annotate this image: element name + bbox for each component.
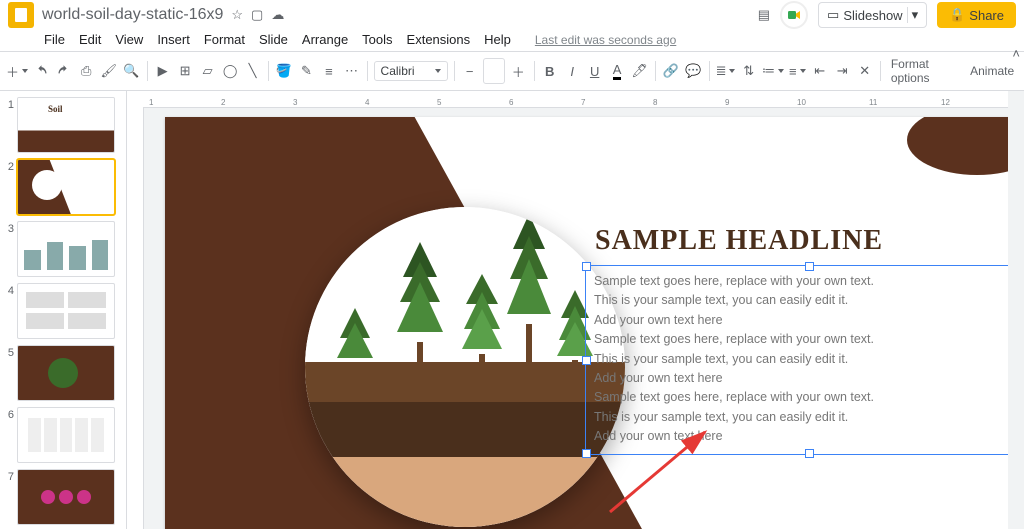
format-options-button[interactable]: Format options	[887, 57, 962, 85]
menu-insert[interactable]: Insert	[157, 32, 190, 47]
text-line: Sample text goes here, replace with your…	[594, 272, 1008, 291]
font-size-dec[interactable]: −	[460, 59, 479, 83]
move-icon[interactable]: ▢	[251, 7, 263, 23]
shape-tool[interactable]: ◯	[221, 59, 240, 83]
menu-help[interactable]: Help	[484, 32, 511, 47]
tree-icon	[395, 242, 445, 402]
text-line: This is your sample text, you can easily…	[594, 408, 1008, 427]
resize-handle[interactable]	[582, 262, 591, 271]
meet-icon[interactable]	[780, 1, 808, 29]
slide-thumb-2[interactable]	[17, 159, 115, 215]
slide-thumb-5[interactable]	[17, 345, 115, 401]
font-size-input[interactable]	[483, 58, 505, 84]
highlight-button[interactable]: 🖊	[630, 59, 649, 83]
menu-format[interactable]: Format	[204, 32, 245, 47]
present-icon: ▭	[827, 7, 839, 23]
tree-icon	[505, 214, 553, 402]
zoom-button[interactable]: 🔍	[122, 59, 141, 83]
lock-icon: 🔒	[949, 7, 965, 23]
indent-inc-button[interactable]: ⇥	[833, 59, 852, 83]
slide-thumb-6[interactable]	[17, 407, 115, 463]
menu-tools[interactable]: Tools	[362, 32, 392, 47]
menu-slide[interactable]: Slide	[259, 32, 288, 47]
resize-handle[interactable]	[582, 449, 591, 458]
line-spacing-button[interactable]: ⇅	[739, 59, 758, 83]
tree-icon	[335, 308, 375, 402]
menu-extensions[interactable]: Extensions	[407, 32, 471, 47]
insert-comment-button[interactable]: 💬	[684, 59, 703, 83]
undo-button[interactable]	[32, 59, 51, 83]
border-color-button[interactable]: ✎	[297, 59, 316, 83]
print-button[interactable]: ⎙	[77, 59, 96, 83]
dropdown-caret-icon[interactable]: ▾	[907, 7, 919, 23]
slide-thumb-1[interactable]: Soil	[17, 97, 115, 153]
comments-icon[interactable]: ▤	[758, 7, 770, 23]
slide-thumb-3[interactable]	[17, 221, 115, 277]
line-tool[interactable]: ╲	[243, 59, 262, 83]
slide-canvas[interactable]: SAMPLE HEADLINE Sample text goes here, r…	[165, 117, 1008, 529]
star-icon[interactable]: ☆	[231, 7, 243, 23]
menu-file[interactable]: File	[44, 32, 65, 47]
illustration-circle	[305, 207, 625, 527]
text-line: Add your own text here	[594, 311, 1008, 330]
resize-handle[interactable]	[805, 262, 814, 271]
image-tool[interactable]: ▱	[198, 59, 217, 83]
document-title[interactable]: world-soil-day-static-16x9	[42, 6, 223, 24]
title-action-icons: ☆ ▢ ☁	[231, 7, 284, 23]
paint-format-button[interactable]: 🖌	[100, 59, 119, 83]
text-line: Sample text goes here, replace with your…	[594, 330, 1008, 349]
underline-button[interactable]: U	[585, 59, 604, 83]
header-area: world-soil-day-static-16x9 ☆ ▢ ☁ ▤ ▭ Sli…	[0, 0, 1024, 52]
animate-button[interactable]: Animate	[966, 64, 1018, 78]
text-line: Sample text goes here, replace with your…	[594, 388, 1008, 407]
insert-link-button[interactable]: 🔗	[662, 59, 681, 83]
menu-edit[interactable]: Edit	[79, 32, 101, 47]
slides-app-icon[interactable]	[8, 2, 34, 28]
horizontal-ruler: 12345678910111213	[127, 91, 1008, 108]
menu-arrange[interactable]: Arrange	[302, 32, 348, 47]
indent-dec-button[interactable]: ⇤	[810, 59, 829, 83]
font-family-select[interactable]: Calibri	[374, 61, 448, 81]
text-line: This is your sample text, you can easily…	[594, 350, 1008, 369]
text-line: Add your own text here	[594, 369, 1008, 388]
last-edit-link[interactable]: Last edit was seconds ago	[535, 33, 676, 47]
share-button[interactable]: 🔒 Share	[937, 2, 1016, 28]
resize-handle[interactable]	[805, 449, 814, 458]
select-tool[interactable]: ▶	[153, 59, 172, 83]
slide-thumb-7[interactable]	[17, 469, 115, 525]
list-bullet-button[interactable]: ≔	[762, 59, 784, 83]
right-rail	[1008, 91, 1024, 529]
title-row: world-soil-day-static-16x9 ☆ ▢ ☁ ▤ ▭ Sli…	[0, 0, 1024, 30]
expand-toolbar-icon[interactable]: ˄	[1012, 52, 1020, 61]
slideshow-button[interactable]: ▭ Slideshow ▾	[818, 2, 927, 28]
cloud-status-icon[interactable]: ☁	[271, 7, 284, 23]
fill-color-button[interactable]: 🪣	[275, 59, 294, 83]
align-button[interactable]: ≣	[716, 59, 736, 83]
text-color-button[interactable]: A	[608, 59, 627, 83]
toolbar: ＋ ⎙ 🖌 🔍 ▶ ⊞ ▱ ◯ ╲ 🪣 ✎ ≡ ⋯ Calibri − ＋ B …	[0, 52, 1024, 91]
canvas-area: 12345678910111213 SAMPLE HEADLINE Sample…	[127, 91, 1008, 529]
menu-bar: File Edit View Insert Format Slide Arran…	[0, 30, 1024, 51]
border-dash-button[interactable]: ⋯	[342, 59, 361, 83]
corner-accent-top	[907, 117, 1008, 175]
clear-format-button[interactable]: ✕	[855, 59, 874, 83]
italic-button[interactable]: I	[563, 59, 582, 83]
slide-thumb-4[interactable]	[17, 283, 115, 339]
font-size-inc[interactable]: ＋	[509, 59, 528, 83]
redo-button[interactable]	[55, 59, 74, 83]
annotation-arrow	[605, 427, 725, 520]
bold-button[interactable]: B	[540, 59, 559, 83]
textbox-tool[interactable]: ⊞	[176, 59, 195, 83]
vertical-ruler	[127, 107, 144, 529]
border-weight-button[interactable]: ≡	[320, 59, 339, 83]
new-slide-button[interactable]: ＋	[6, 59, 28, 83]
slide-headline[interactable]: SAMPLE HEADLINE	[595, 225, 883, 257]
resize-handle[interactable]	[582, 356, 591, 365]
text-line: This is your sample text, you can easily…	[594, 291, 1008, 310]
list-number-button[interactable]: ≡	[788, 59, 807, 83]
menu-view[interactable]: View	[115, 32, 143, 47]
thumbnail-panel: 1Soil 2 3 4 5 6 7	[0, 91, 127, 529]
tree-icon	[460, 274, 504, 402]
